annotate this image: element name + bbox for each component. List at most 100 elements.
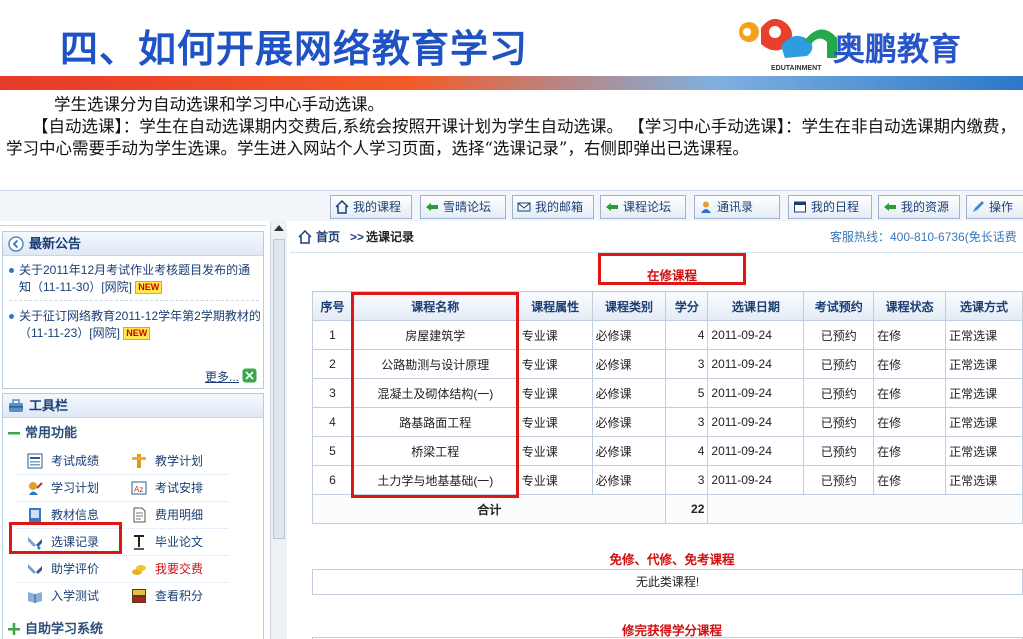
resource-icon — [884, 203, 896, 211]
tab-contacts[interactable]: 通讯录 — [694, 195, 780, 219]
cell-date: 2011-09-24 — [707, 349, 805, 379]
tab-my-courses[interactable]: 我的课程 — [330, 195, 412, 219]
portal-screenshot: 我的课程 雪晴论坛 我的邮箱 课程论坛 通讯录 我的日程 我的资源 操作 最新公… — [0, 190, 1023, 639]
tool-make-payment[interactable]: 我要交费 — [129, 556, 203, 582]
cell-credits: 4 — [665, 320, 709, 350]
cell-category: 必修课 — [591, 320, 667, 350]
toolbar-panel: 工具栏 常用功能 考试成绩 教学计划 学习计划 Az 考试安排 教材信息 费用明… — [2, 393, 264, 639]
cell-status: 在修 — [873, 465, 947, 495]
cell-credits: 4 — [665, 436, 709, 466]
cell-credits: 3 — [665, 349, 709, 379]
collapse-icon — [8, 432, 20, 435]
intro-paragraph-1: 学生选课分为自动选课和学习中心手动选课。 — [54, 95, 384, 114]
cell-exam-booking: 已预约 — [803, 320, 875, 350]
tab-course-forum[interactable]: 课程论坛 — [600, 195, 686, 219]
cell-attribute: 专业课 — [517, 378, 593, 408]
cell-index: 4 — [312, 407, 353, 437]
cell-status: 在修 — [873, 407, 947, 437]
tool-study-plan[interactable]: 学习计划 — [25, 475, 99, 501]
cell-status: 在修 — [873, 378, 947, 408]
table-total-row: 合计 22 — [311, 494, 1023, 524]
service-hotline: 客服热线：400-810-6736(免长话费 — [830, 230, 1017, 244]
cell-index: 2 — [312, 349, 353, 379]
group-self-study[interactable]: 自助学习系统 — [3, 618, 263, 639]
pen-icon — [973, 201, 984, 212]
group-common-functions[interactable]: 常用功能 — [3, 422, 263, 444]
cell-exam-booking: 已预约 — [803, 436, 875, 466]
cell-date: 2011-09-24 — [707, 465, 805, 495]
column-header: 课程属性 — [517, 291, 593, 321]
tool-view-points[interactable]: 查看积分 — [129, 583, 203, 609]
expand-icon — [8, 623, 20, 635]
tool-fee-details[interactable]: 费用明细 — [129, 502, 203, 528]
tool-teaching-plan[interactable]: 教学计划 — [129, 448, 203, 474]
cell-status: 在修 — [873, 436, 947, 466]
tool-exam-grades[interactable]: 考试成绩 — [25, 448, 99, 474]
tool-exam-schedule[interactable]: Az 考试安排 — [129, 475, 203, 501]
open-logo-icon: EDUTAINMENT — [739, 18, 837, 72]
cell-index: 1 — [312, 320, 353, 350]
sidebar: 最新公告 关于2011年12月考试作业考核题目发布的通知（11-11-30）[网… — [0, 221, 272, 639]
points-icon — [132, 589, 146, 603]
highlight-current-courses — [598, 253, 746, 285]
bullet-icon — [9, 268, 14, 273]
new-badge: NEW — [135, 281, 163, 295]
breadcrumb-separator: >> — [350, 230, 365, 244]
intro-text: 学生选课分为自动选课和学习中心手动选课。 【自动选课】：学生在自动选课期内交费后… — [6, 94, 1018, 160]
tab-xueqing-forum[interactable]: 雪晴论坛 — [420, 195, 506, 219]
cell-category: 必修课 — [591, 436, 667, 466]
fees-icon — [133, 507, 146, 523]
cell-category: 必修课 — [591, 407, 667, 437]
cell-exam-booking: 已预约 — [803, 349, 875, 379]
thesis-icon — [134, 535, 144, 550]
home-icon — [298, 230, 312, 244]
forum-icon — [426, 203, 438, 211]
home-icon — [335, 200, 349, 214]
cell-method: 正常选课 — [945, 378, 1023, 408]
new-badge: NEW — [123, 327, 151, 341]
cell-method: 正常选课 — [945, 349, 1023, 379]
toolbox-icon — [9, 399, 23, 412]
tab-my-schedule[interactable]: 我的日程 — [788, 195, 872, 219]
cell-date: 2011-09-24 — [707, 320, 805, 350]
cell-attribute: 专业课 — [517, 320, 593, 350]
highlight-course-names — [351, 292, 519, 498]
tool-learning-evaluation[interactable]: 助学评价 — [25, 556, 99, 582]
cell-method: 正常选课 — [945, 436, 1023, 466]
cell-status: 在修 — [873, 349, 947, 379]
tool-graduation-thesis[interactable]: 毕业论文 — [129, 529, 203, 555]
section-title-exempt-courses: 免修、代修、免考课程 — [609, 552, 735, 567]
cell-exam-booking: 已预约 — [803, 407, 875, 437]
main-content: 首页 >> 选课记录 客服热线：400-810-6736(免长话费 在修课程 序… — [290, 221, 1023, 639]
cell-date: 2011-09-24 — [707, 436, 805, 466]
column-header: 选课方式 — [945, 291, 1023, 321]
brand: EDUTAINMENT 奥鹏教育 — [735, 10, 1015, 72]
sidebar-scrollbar[interactable] — [270, 221, 287, 639]
cell-index: 6 — [312, 465, 353, 495]
exam-schedule-icon: Az — [131, 481, 147, 495]
scroll-thumb[interactable] — [273, 239, 285, 539]
top-nav: 我的课程 雪晴论坛 我的邮箱 课程论坛 通讯录 我的日程 我的资源 操作 — [0, 191, 1023, 221]
tool-entrance-test[interactable]: 入学测试 — [25, 583, 99, 609]
scroll-up-icon[interactable] — [274, 225, 284, 231]
cell-method: 正常选课 — [945, 465, 1023, 495]
calendar-icon — [794, 201, 806, 213]
total-filler — [707, 494, 1023, 524]
tab-my-resources[interactable]: 我的资源 — [878, 195, 960, 219]
forum-icon — [606, 203, 618, 211]
more-announcements-link[interactable]: 更多... — [205, 368, 257, 385]
announcement-item[interactable]: 关于征订网络教育2011-12学年第2学期教材的（11-11-23）[网院] N… — [9, 308, 261, 342]
payment-icon — [132, 565, 146, 575]
cell-attribute: 专业课 — [517, 436, 593, 466]
entrance-test-icon — [28, 592, 42, 603]
breadcrumb-home-link[interactable]: 首页 — [316, 221, 340, 253]
announcement-item[interactable]: 关于2011年12月考试作业考核题目发布的通知（11-11-30）[网院] NE… — [9, 262, 261, 296]
tab-my-mailbox[interactable]: 我的邮箱 — [512, 195, 594, 219]
tab-operations[interactable]: 操作 — [966, 195, 1023, 219]
svg-text:Az: Az — [134, 485, 143, 494]
textbook-icon — [29, 508, 41, 522]
breadcrumb-current: 选课记录 — [366, 230, 415, 244]
mail-icon — [517, 202, 531, 212]
header-band — [0, 76, 1023, 90]
bullet-icon — [9, 314, 14, 319]
